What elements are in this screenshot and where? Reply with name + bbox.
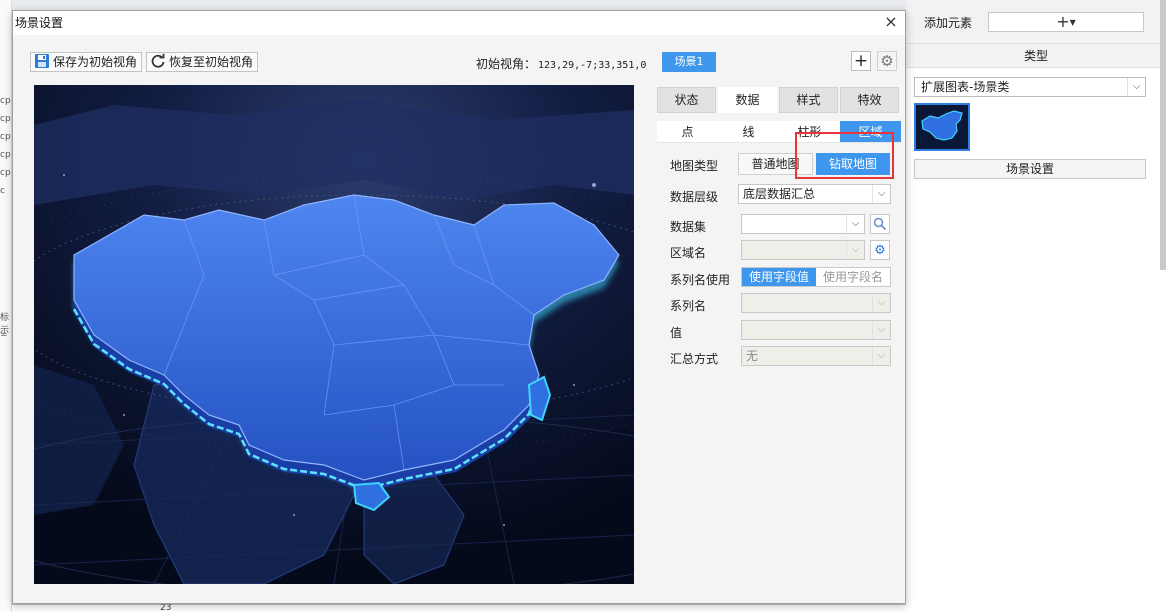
series-name-select[interactable]: ⌵ <box>741 293 891 313</box>
right-panel: 添加元素 +▼ 类型 扩展图表-场景类 ⌵ 场景设置 <box>906 0 1166 612</box>
dialog-title: 场景设置 <box>15 16 64 30</box>
save-initial-view-button[interactable]: 保存为初始视角 <box>30 52 143 72</box>
background-text-fragment: cp <box>0 168 11 178</box>
chevron-down-icon: ⌵ <box>872 321 890 339</box>
save-icon <box>35 54 49 68</box>
tab-point[interactable]: 点 <box>657 121 718 143</box>
initial-view-label: 初始视角： <box>476 57 537 71</box>
save-initial-view-label: 保存为初始视角 <box>53 55 138 69</box>
series-name-label: 系列名 <box>670 299 707 313</box>
tab-line[interactable]: 线 <box>718 121 779 143</box>
chart-type-select[interactable]: 扩展图表-场景类 ⌵ <box>914 77 1146 97</box>
aggregate-value: 无 <box>746 349 759 363</box>
background-toolbar-strip <box>12 0 912 10</box>
initial-view-readout: 初始视角： 123,29,-7;33,351,0 <box>476 55 646 72</box>
close-icon[interactable]: × <box>879 11 903 33</box>
dialog-titlebar: 场景设置 × <box>13 11 905 35</box>
refresh-icon <box>151 53 165 68</box>
add-scene-button[interactable]: + <box>851 51 871 71</box>
use-field-name-option[interactable]: 使用字段名 <box>816 268 890 286</box>
scene-chart-thumbnail[interactable] <box>914 103 970 151</box>
main-tab-bar: 状态 数据 样式 特效 <box>657 87 901 113</box>
dataset-select[interactable]: ⌵ <box>741 214 865 234</box>
china-map-icon <box>916 105 968 149</box>
plus-icon: + <box>853 51 869 71</box>
tab-style[interactable]: 样式 <box>779 87 838 113</box>
chevron-down-icon: ⌵ <box>872 347 890 365</box>
search-button[interactable] <box>870 214 890 234</box>
data-level-value: 底层数据汇总 <box>743 187 816 201</box>
value-label: 值 <box>670 326 683 340</box>
chevron-down-icon: ⌵ <box>872 294 890 312</box>
restore-initial-view-button[interactable]: 恢复至初始视角 <box>146 52 259 72</box>
background-text-fragment: cp <box>0 96 11 106</box>
scene-preview-canvas[interactable] <box>34 85 634 584</box>
plus-icon: + <box>1056 12 1070 31</box>
chevron-down-icon: ⌵ <box>872 185 890 203</box>
add-element-label: 添加元素 <box>924 16 973 30</box>
series-name-row: 系列名 ⌵ <box>670 293 910 315</box>
series-name-use-label: 系列名使用 <box>670 273 731 287</box>
caret-down-icon: ▼ <box>1069 18 1076 27</box>
tab-data[interactable]: 数据 <box>718 87 777 113</box>
scene-tab-1[interactable]: 场景1 <box>662 52 716 72</box>
dataset-label: 数据集 <box>670 220 707 234</box>
dataset-row: 数据集 ⌵ <box>670 214 910 236</box>
background-left-strip: cp cp cp cp cp c 标示 = <box>0 0 12 612</box>
aggregate-row: 汇总方式 无 ⌵ <box>670 346 910 368</box>
chevron-down-icon: ⌵ <box>1127 78 1145 96</box>
value-row: 值 ⌵ <box>670 320 910 342</box>
series-name-use-row: 系列名使用 使用字段值 使用字段名 <box>670 267 910 289</box>
chevron-down-icon: ⌵ <box>846 215 864 233</box>
search-icon <box>873 217 887 231</box>
right-panel-scrollbar[interactable] <box>1160 0 1166 270</box>
chevron-down-icon: ⌵ <box>846 241 864 259</box>
gear-icon: ⚙ <box>874 243 886 258</box>
data-level-row: 数据层级 底层数据汇总 ⌵ <box>670 184 910 206</box>
region-name-label: 区域名 <box>670 246 707 260</box>
region-settings-button[interactable]: ⚙ <box>870 240 890 260</box>
aggregate-label: 汇总方式 <box>670 352 719 366</box>
highlight-annotation <box>795 132 894 179</box>
data-level-label: 数据层级 <box>670 190 719 204</box>
value-select[interactable]: ⌵ <box>741 320 891 340</box>
scene-settings-gear-button[interactable]: ⚙ <box>877 51 897 71</box>
background-text-fragment: cp <box>0 132 11 142</box>
scene-settings-dialog: 场景设置 × 保存为初始视角 恢复至初始视角 初始视角： 123,29,-7;33… <box>12 10 906 604</box>
aggregate-select[interactable]: 无 ⌵ <box>741 346 891 366</box>
background-text-fragment: cp <box>0 114 11 124</box>
use-field-value-option[interactable]: 使用字段值 <box>742 268 816 286</box>
map-type-label: 地图类型 <box>670 159 719 173</box>
china-3d-map-image <box>34 85 634 584</box>
tab-effects[interactable]: 特效 <box>840 87 899 113</box>
add-element-button[interactable]: +▼ <box>988 12 1144 32</box>
series-name-use-toggle: 使用字段值 使用字段名 <box>741 267 891 287</box>
restore-initial-view-label: 恢复至初始视角 <box>169 55 254 69</box>
region-name-row: 区域名 ⌵ ⚙ <box>670 240 910 262</box>
add-element-bar: 添加元素 +▼ <box>906 0 1166 44</box>
dialog-body: 保存为初始视角 恢复至初始视角 初始视角： 123,29,-7;33,351,0 … <box>13 35 905 603</box>
data-level-select[interactable]: 底层数据汇总 ⌵ <box>738 184 891 204</box>
background-row-number: 23 <box>160 603 172 612</box>
initial-view-value: 123,29,-7;33,351,0 <box>538 60 647 71</box>
chart-type-value: 扩展图表-场景类 <box>921 80 1010 94</box>
background-text-fragment: c <box>0 186 5 196</box>
scene-settings-button[interactable]: 场景设置 <box>914 159 1146 179</box>
type-section-title: 类型 <box>906 44 1166 68</box>
background-sheet-strip: 23 <box>12 603 912 612</box>
background-text-fragment: = <box>0 330 8 340</box>
tab-status[interactable]: 状态 <box>657 87 716 113</box>
background-text-fragment: cp <box>0 150 11 160</box>
region-name-select[interactable]: ⌵ <box>741 240 865 260</box>
gear-icon: ⚙ <box>880 52 894 70</box>
